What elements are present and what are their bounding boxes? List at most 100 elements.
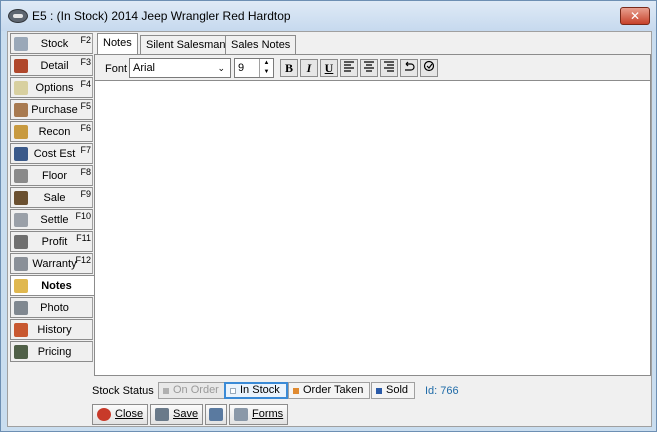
pricing-icon [14, 345, 28, 359]
recon-icon [14, 125, 28, 139]
sidebar-item-label: Purchase [31, 104, 78, 116]
sidebar-item-label: Floor [41, 170, 68, 182]
sidebar-shortcut-key: F11 [76, 233, 91, 243]
sale-icon [14, 191, 28, 205]
sidebar-shortcut-key: F6 [80, 123, 91, 133]
status-sold-button[interactable]: Sold [371, 382, 416, 399]
sidebar-item-label: Sale [43, 192, 66, 204]
sidebar-item-label: Settle [40, 214, 69, 226]
status-sold-label: Sold [386, 384, 409, 396]
sidebar-item-label: History [37, 324, 72, 336]
sidebar-item-recon[interactable]: Recon F6 [10, 121, 93, 142]
forms-button-label: Forms [252, 408, 284, 420]
sidebar-item-history[interactable]: History [10, 319, 93, 340]
content-area: Stock F2 Detail F3 Options F4 Purchase F5 Recon F… [7, 31, 652, 427]
sidebar-shortcut-key: F3 [80, 57, 91, 67]
sidebar-item-notes[interactable]: Notes [10, 275, 96, 296]
window-title: E5 : (In Stock) 2014 Jeep Wrangler Red H… [32, 9, 291, 23]
main-window: E5 : (In Stock) 2014 Jeep Wrangler Red H… [0, 0, 657, 432]
font-family-select[interactable]: Arial ⌄ [129, 58, 231, 78]
status-in-stock-label: In Stock [240, 384, 280, 396]
align-right-icon [384, 61, 394, 72]
options-icon [14, 81, 28, 95]
warranty-icon [14, 257, 28, 271]
sidebar-item-floor[interactable]: Floor F8 [10, 165, 93, 186]
cost-est-icon [14, 147, 28, 161]
stock-icon [14, 37, 28, 51]
status-on-order-label: On Order [173, 384, 219, 396]
purchase-icon [14, 103, 28, 117]
stock-status-label: Stock Status [92, 385, 154, 397]
save-button[interactable]: Save [150, 404, 204, 425]
align-left-icon [344, 61, 354, 72]
font-size-value: 9 [238, 62, 245, 74]
sidebar-item-purchase[interactable]: Purchase F5 [10, 99, 93, 120]
font-family-value: Arial [133, 62, 156, 74]
floor-icon [14, 169, 28, 183]
forms-button[interactable]: Forms [229, 404, 289, 425]
print-button[interactable] [205, 404, 227, 425]
sidebar-item-cost-est[interactable]: Cost Est F7 [10, 143, 93, 164]
notes-icon [14, 279, 28, 293]
align-right-button[interactable] [380, 59, 398, 77]
tab-notes[interactable]: Notes [97, 33, 138, 55]
tab-silent-salesman[interactable]: Silent Salesman [140, 35, 232, 55]
sidebar-item-label: Stock [40, 38, 69, 50]
photo-icon [14, 301, 28, 315]
window-close-button[interactable]: ✕ [620, 7, 650, 25]
sidebar-item-options[interactable]: Options F4 [10, 77, 93, 98]
notes-panel: Font Arial ⌄ 9 ▲ ▼ B I U [94, 54, 651, 376]
sidebar-item-pricing[interactable]: Pricing [10, 341, 93, 362]
sidebar-item-stock[interactable]: Stock F2 [10, 33, 93, 54]
spellcheck-button[interactable] [420, 59, 438, 77]
underline-button[interactable]: U [320, 59, 338, 77]
chevron-down-icon: ⌄ [217, 63, 225, 73]
sidebar-shortcut-key: F7 [80, 145, 91, 155]
sidebar-shortcut-key: F8 [80, 167, 91, 177]
title-bar[interactable]: E5 : (In Stock) 2014 Jeep Wrangler Red H… [1, 1, 656, 31]
sidebar-item-label: Recon [38, 126, 71, 138]
sidebar-item-warranty[interactable]: Warranty F12 [10, 253, 93, 274]
history-icon [14, 323, 28, 337]
sidebar-item-label: Warranty [32, 258, 77, 270]
sidebar-item-label: Notes [41, 280, 72, 292]
close-circle-icon [97, 408, 111, 421]
sidebar-item-detail[interactable]: Detail F3 [10, 55, 93, 76]
save-button-label: Save [173, 408, 199, 420]
printer-icon [209, 408, 223, 421]
sidebar-shortcut-key: F9 [80, 189, 91, 199]
spin-buttons[interactable]: ▲ ▼ [259, 59, 273, 77]
status-on-order-button[interactable]: On Order [158, 382, 226, 399]
status-order-taken-button[interactable]: Order Taken [288, 382, 371, 399]
align-center-button[interactable] [360, 59, 378, 77]
spellcheck-icon [423, 60, 435, 72]
status-in-stock-button[interactable]: In Stock [224, 382, 288, 399]
font-label: Font [105, 63, 128, 75]
font-size-stepper[interactable]: 9 ▲ ▼ [234, 58, 274, 78]
detail-icon [14, 59, 28, 73]
profit-icon [14, 235, 28, 249]
bold-button[interactable]: B [280, 59, 298, 77]
stock-id: Id: 766 [425, 385, 459, 397]
tab-sales-notes[interactable]: Sales Notes [225, 35, 297, 55]
undo-icon [405, 61, 415, 71]
align-center-icon [364, 61, 374, 72]
save-car-icon [155, 408, 169, 421]
italic-button[interactable]: I [300, 59, 318, 77]
status-dot-sold-icon [376, 388, 382, 394]
forms-icon [234, 408, 248, 421]
sidebar-shortcut-key: F2 [80, 35, 91, 45]
sidebar-item-label: Options [35, 82, 74, 94]
sidebar-item-profit[interactable]: Profit F11 [10, 231, 93, 252]
sidebar-item-photo[interactable]: Photo [10, 297, 93, 318]
notes-editor[interactable] [95, 80, 650, 375]
close-button-label: Close [115, 408, 144, 420]
undo-button[interactable] [400, 59, 418, 77]
sidebar-item-sale[interactable]: Sale F9 [10, 187, 93, 208]
sidebar-item-settle[interactable]: Settle F10 [10, 209, 93, 230]
align-left-button[interactable] [340, 59, 358, 77]
sidebar-item-label: Detail [40, 60, 69, 72]
status-dot-order-taken-icon [293, 388, 299, 394]
close-button[interactable]: Close [92, 404, 149, 425]
sidebar-shortcut-key: F12 [75, 255, 91, 265]
